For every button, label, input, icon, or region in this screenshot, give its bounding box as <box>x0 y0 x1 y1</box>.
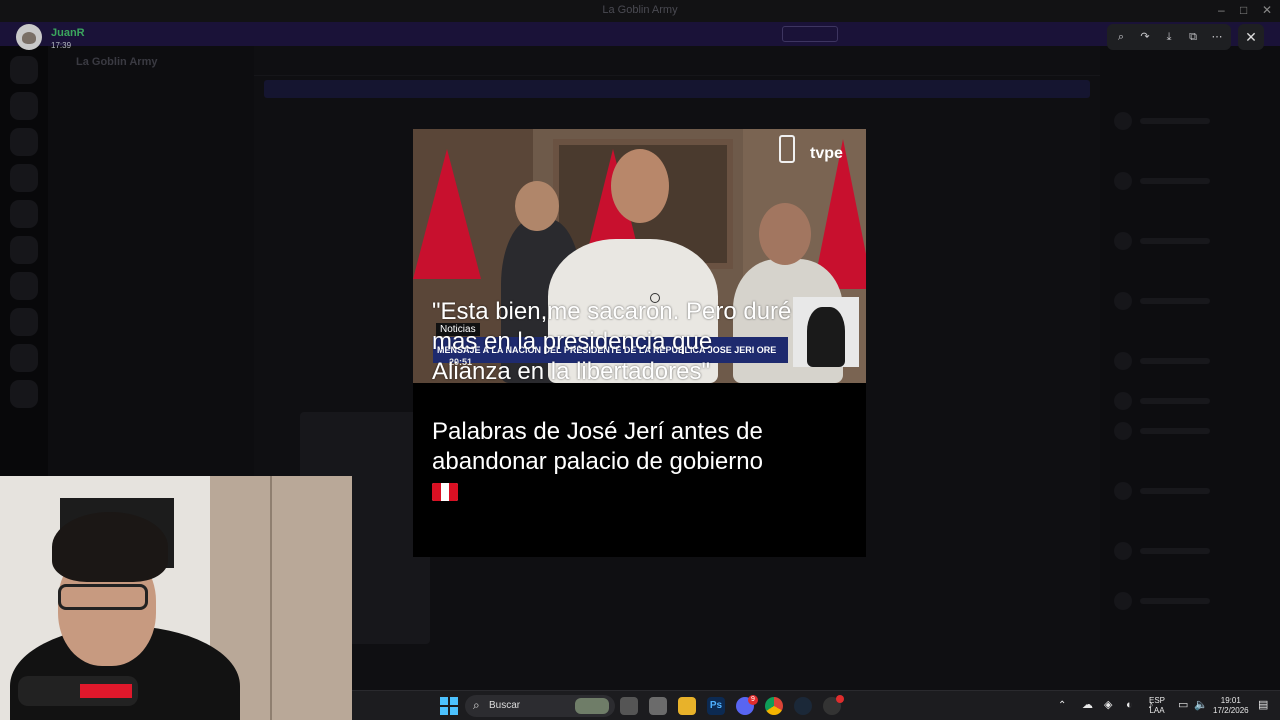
minimize-icon[interactable]: – <box>1218 3 1225 17</box>
chat-header <box>254 46 1100 76</box>
windows-start-icon[interactable] <box>440 697 458 715</box>
server-name: La Goblin Army <box>76 56 158 68</box>
search-placeholder: Buscar <box>489 700 521 711</box>
notifications-icon[interactable]: ▤ <box>1258 700 1268 711</box>
vpn-icon[interactable]: ◐ <box>1126 700 1133 711</box>
server-icon <box>10 200 38 228</box>
search-icon: ⌕ <box>473 698 480 712</box>
clock-time: 19:01 <box>1220 696 1241 705</box>
member-item <box>1114 592 1264 610</box>
mic-led-panel <box>80 684 132 698</box>
member-item <box>1114 392 1264 410</box>
member-item <box>1114 232 1264 250</box>
discord-badge: 9 <box>748 695 758 705</box>
member-item <box>1114 482 1264 500</box>
uploader-avatar[interactable] <box>16 24 42 50</box>
tray-overflow-icon[interactable]: ⌃ <box>1058 701 1066 711</box>
member-item <box>1114 292 1264 310</box>
network-icon[interactable]: ▭ <box>1178 700 1188 711</box>
app-titlebar: La Goblin Army – □ ✕ <box>0 0 1280 22</box>
window-close-icon[interactable]: ✕ <box>1262 3 1272 17</box>
media-preview[interactable]: tvpe MENSAJE A LA NACION DEL PRESIDENTE … <box>413 129 866 557</box>
server-icon <box>10 344 38 372</box>
chrome-icon[interactable] <box>765 697 783 715</box>
clock[interactable]: 19:01 17/2/2026 <box>1213 696 1249 716</box>
server-icon <box>10 272 38 300</box>
glasses <box>58 584 148 610</box>
viewer-toolbar: ⌕ ↷ ⤓ ⧉ ⋯ <box>1107 24 1231 50</box>
peru-flag <box>413 149 481 279</box>
onedrive-icon[interactable]: ☁ <box>1082 700 1093 711</box>
search-highlight-icon <box>575 698 609 714</box>
member-item <box>1114 352 1264 370</box>
layout-label: LAA <box>1149 706 1165 715</box>
server-icon <box>10 380 38 408</box>
peru-flag-icon <box>432 483 458 501</box>
upload-time: 17:39 <box>51 41 72 50</box>
security-icon[interactable]: ◈ <box>1104 700 1112 711</box>
window-title: La Goblin Army <box>602 4 678 16</box>
chat-notice <box>264 80 1090 98</box>
caption-source: Palabras de José Jerí antes de abandonar… <box>432 418 763 475</box>
task-view-icon[interactable] <box>620 697 638 715</box>
maximize-icon[interactable]: □ <box>1240 3 1247 17</box>
taskbar-search[interactable]: ⌕ Buscar <box>465 695 615 717</box>
app-icon[interactable] <box>649 697 667 715</box>
uploader-name[interactable]: JuanR <box>51 27 85 39</box>
server-icon <box>10 56 38 84</box>
server-icon <box>10 92 38 120</box>
phone-icon <box>779 135 795 163</box>
streamer-hair <box>52 512 168 582</box>
photoshop-icon[interactable]: Ps <box>707 697 725 715</box>
server-icon <box>10 164 38 192</box>
zoom-in-icon[interactable]: ⌕ <box>1113 29 1129 45</box>
server-icon <box>10 236 38 264</box>
input-language[interactable]: ESP LAA <box>1149 696 1165 716</box>
clock-date: 17/2/2026 <box>1213 706 1249 715</box>
more-icon[interactable]: ⋯ <box>1209 29 1225 45</box>
webcam-overlay <box>0 476 352 720</box>
server-icon <box>10 308 38 336</box>
server-icon <box>10 128 38 156</box>
member-item <box>1114 112 1264 130</box>
dimmed-banner <box>0 22 1280 46</box>
meme-caption: "Esta bien,me sacaron. Pero duré mas en … <box>432 297 862 509</box>
member-list <box>1100 46 1280 690</box>
desktop: La Goblin Army – □ ✕ La Goblin Army Juan… <box>0 0 1280 720</box>
member-item <box>1114 542 1264 560</box>
member-item <box>1114 422 1264 440</box>
member-item <box>1114 172 1264 190</box>
channel-logo: tvpe <box>810 145 843 162</box>
volume-icon[interactable]: 🔈 <box>1194 700 1208 711</box>
zoom-cursor-icon <box>650 293 660 303</box>
forward-icon[interactable]: ↷ <box>1137 29 1153 45</box>
open-external-icon[interactable]: ⧉ <box>1185 29 1201 45</box>
banner-button <box>782 26 838 42</box>
steam-icon[interactable] <box>794 697 812 715</box>
close-icon[interactable]: ✕ <box>1238 24 1264 50</box>
caption-quote: "Esta bien,me sacaron. Pero duré mas en … <box>432 298 792 385</box>
language-label: ESP <box>1149 696 1166 705</box>
notification-dot <box>836 695 844 703</box>
download-icon[interactable]: ⤓ <box>1161 29 1177 45</box>
taskbar: ⌕ Buscar Ps 9 ⌃ ☁ ◈ ◐ ♪ ESP LAA ▭ 🔈 19:0… <box>352 690 1280 720</box>
file-explorer-icon[interactable] <box>678 697 696 715</box>
